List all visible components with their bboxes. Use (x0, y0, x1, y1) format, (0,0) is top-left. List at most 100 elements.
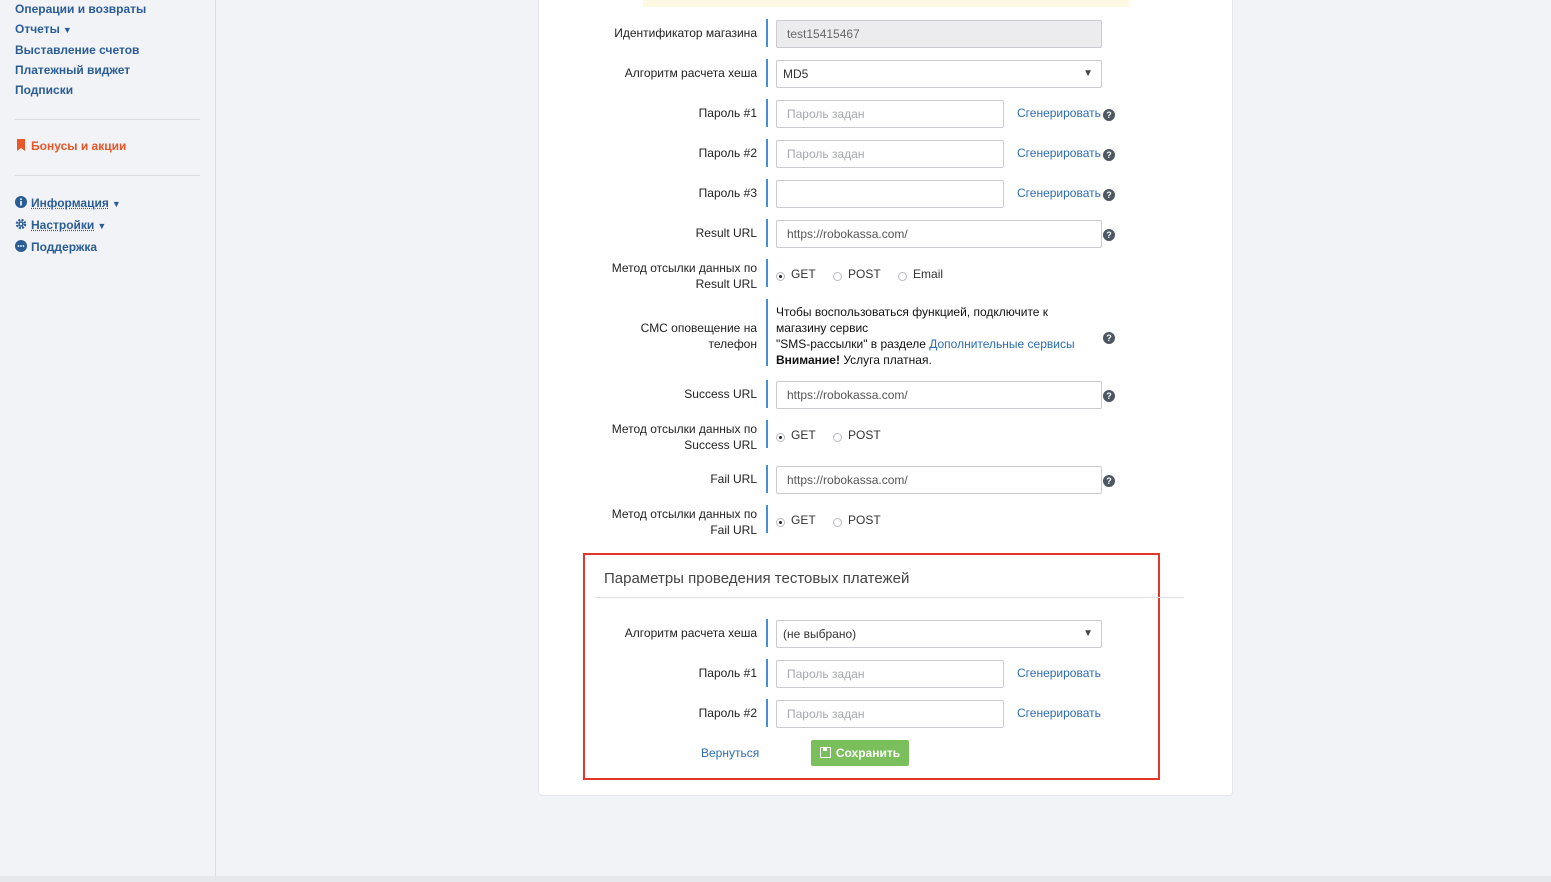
additional-services-link[interactable]: Дополнительные сервисы (929, 337, 1074, 351)
fail-url-label: Fail URL (710, 472, 757, 486)
success-method-radio-group: GET POST (776, 428, 895, 442)
sidebar-divider (15, 119, 200, 120)
result-url-label: Result URL (695, 226, 757, 240)
hash-algorithm-label: Алгоритм расчета хеша (624, 66, 757, 80)
password2-input[interactable] (776, 140, 1004, 168)
password3-label: Пароль #3 (698, 186, 757, 200)
field-accent-bar (766, 179, 768, 207)
generate-test-password1-link[interactable]: Сгенерировать (1017, 666, 1101, 680)
fail-method-label: Метод отсылки данных по Fail URL (611, 507, 757, 537)
sidebar-item-reports[interactable]: Отчеты ▼ (15, 22, 72, 36)
floppy-disk-icon (819, 747, 831, 758)
sidebar-item-payment-widget[interactable]: Платежный виджет (15, 63, 130, 77)
radio-get[interactable]: GET (776, 513, 816, 527)
radio-get[interactable]: GET (776, 428, 816, 442)
chevron-down-icon: ▼ (111, 199, 121, 209)
sidebar-item-operations[interactable]: Операции и возвраты (15, 2, 146, 16)
field-accent-bar (766, 699, 768, 727)
radio-button[interactable] (776, 518, 785, 527)
sidebar-divider (15, 175, 200, 176)
help-icon[interactable]: ? (1103, 332, 1115, 344)
bottom-bar (0, 876, 1551, 882)
test-password1-input[interactable] (776, 660, 1004, 688)
info-icon (15, 196, 27, 208)
bookmark-icon (17, 139, 25, 151)
gear-icon (15, 218, 27, 230)
field-accent-bar (766, 139, 768, 167)
test-password1-label: Пароль #1 (698, 666, 757, 680)
radio-button[interactable] (776, 272, 785, 281)
radio-post[interactable]: POST (833, 513, 881, 527)
field-accent-bar (766, 259, 768, 287)
field-accent-bar (766, 380, 768, 408)
help-icon[interactable]: ? (1103, 189, 1115, 201)
dropdown-arrow-icon: ▼ (1083, 68, 1093, 79)
shop-id-input[interactable] (776, 20, 1102, 48)
radio-button[interactable] (833, 433, 843, 442)
radio-button[interactable] (833, 518, 843, 527)
password1-input[interactable] (776, 100, 1004, 128)
success-url-input[interactable] (776, 381, 1102, 409)
test-password2-input[interactable] (776, 700, 1004, 728)
help-icon[interactable]: ? (1103, 149, 1115, 161)
radio-post[interactable]: POST (833, 428, 881, 442)
success-method-label: Метод отсылки данных по Success URL (611, 422, 757, 452)
dropdown-arrow-icon: ▼ (1083, 628, 1093, 639)
shop-id-label: Идентификатор магазина (614, 26, 757, 40)
generate-password2-link[interactable]: Сгенерировать (1017, 146, 1101, 160)
field-accent-bar (766, 59, 768, 87)
sidebar: Операции и возвраты Отчеты ▼ Выставление … (0, 0, 216, 876)
radio-email[interactable]: Email (898, 267, 943, 281)
hash-algorithm-select[interactable]: MD5 ▼ (776, 60, 1102, 88)
field-accent-bar (766, 619, 768, 647)
generate-password1-link[interactable]: Сгенерировать (1017, 106, 1101, 120)
field-accent-bar (766, 299, 768, 366)
field-accent-bar (766, 465, 768, 493)
shop-settings-card: Идентификатор магазина Алгоритм расчета … (538, 0, 1233, 796)
result-method-radio-group: GET POST Email (776, 267, 957, 281)
sidebar-item-settings[interactable]: Настройки ▼ (15, 218, 106, 232)
success-url-label: Success URL (684, 387, 757, 401)
chat-icon (15, 240, 27, 252)
test-hash-select[interactable]: (не выбрано) ▼ (776, 620, 1102, 648)
radio-post[interactable]: POST (833, 267, 881, 281)
field-accent-bar (766, 219, 768, 247)
sidebar-item-support[interactable]: Поддержка (15, 240, 97, 254)
field-accent-bar (766, 99, 768, 127)
password3-input[interactable] (776, 180, 1004, 208)
save-button[interactable]: Сохранить (811, 740, 909, 766)
back-link[interactable]: Вернуться (701, 746, 759, 760)
field-accent-bar (766, 505, 768, 533)
sms-label: СМС оповещение на телефон (640, 321, 757, 351)
result-url-input[interactable] (776, 220, 1102, 248)
sidebar-item-invoicing[interactable]: Выставление счетов (15, 43, 139, 57)
help-icon[interactable]: ? (1103, 229, 1115, 241)
chevron-down-icon: ▼ (62, 25, 72, 35)
sms-notice-text: Чтобы воспользоваться функцией, подключи… (776, 305, 1075, 367)
help-icon[interactable]: ? (1103, 390, 1115, 402)
field-accent-bar (766, 659, 768, 687)
help-icon[interactable]: ? (1103, 475, 1115, 487)
radio-button[interactable] (776, 433, 785, 442)
generate-password3-link[interactable]: Сгенерировать (1017, 186, 1101, 200)
test-password2-label: Пароль #2 (698, 706, 757, 720)
fail-method-radio-group: GET POST (776, 513, 895, 527)
result-method-label: Метод отсылки данных по Result URL (611, 261, 757, 291)
radio-button[interactable] (833, 272, 843, 281)
notice-strip (643, 0, 1129, 7)
password1-label: Пароль #1 (698, 106, 757, 120)
sidebar-item-subscriptions[interactable]: Подписки (15, 83, 73, 97)
generate-test-password2-link[interactable]: Сгенерировать (1017, 706, 1101, 720)
field-accent-bar (766, 420, 768, 448)
sidebar-item-bonuses[interactable]: Бонусы и акции (15, 139, 126, 153)
field-accent-bar (766, 19, 768, 47)
radio-button[interactable] (898, 272, 908, 281)
radio-get[interactable]: GET (776, 267, 816, 281)
test-hash-label: Алгоритм расчета хеша (624, 626, 757, 640)
password2-label: Пароль #2 (698, 146, 757, 160)
test-section-title: Параметры проведения тестовых платежей (604, 570, 910, 587)
help-icon[interactable]: ? (1103, 109, 1115, 121)
sidebar-item-info[interactable]: Информация ▼ (15, 196, 121, 210)
chevron-down-icon: ▼ (97, 221, 107, 231)
fail-url-input[interactable] (776, 466, 1102, 494)
